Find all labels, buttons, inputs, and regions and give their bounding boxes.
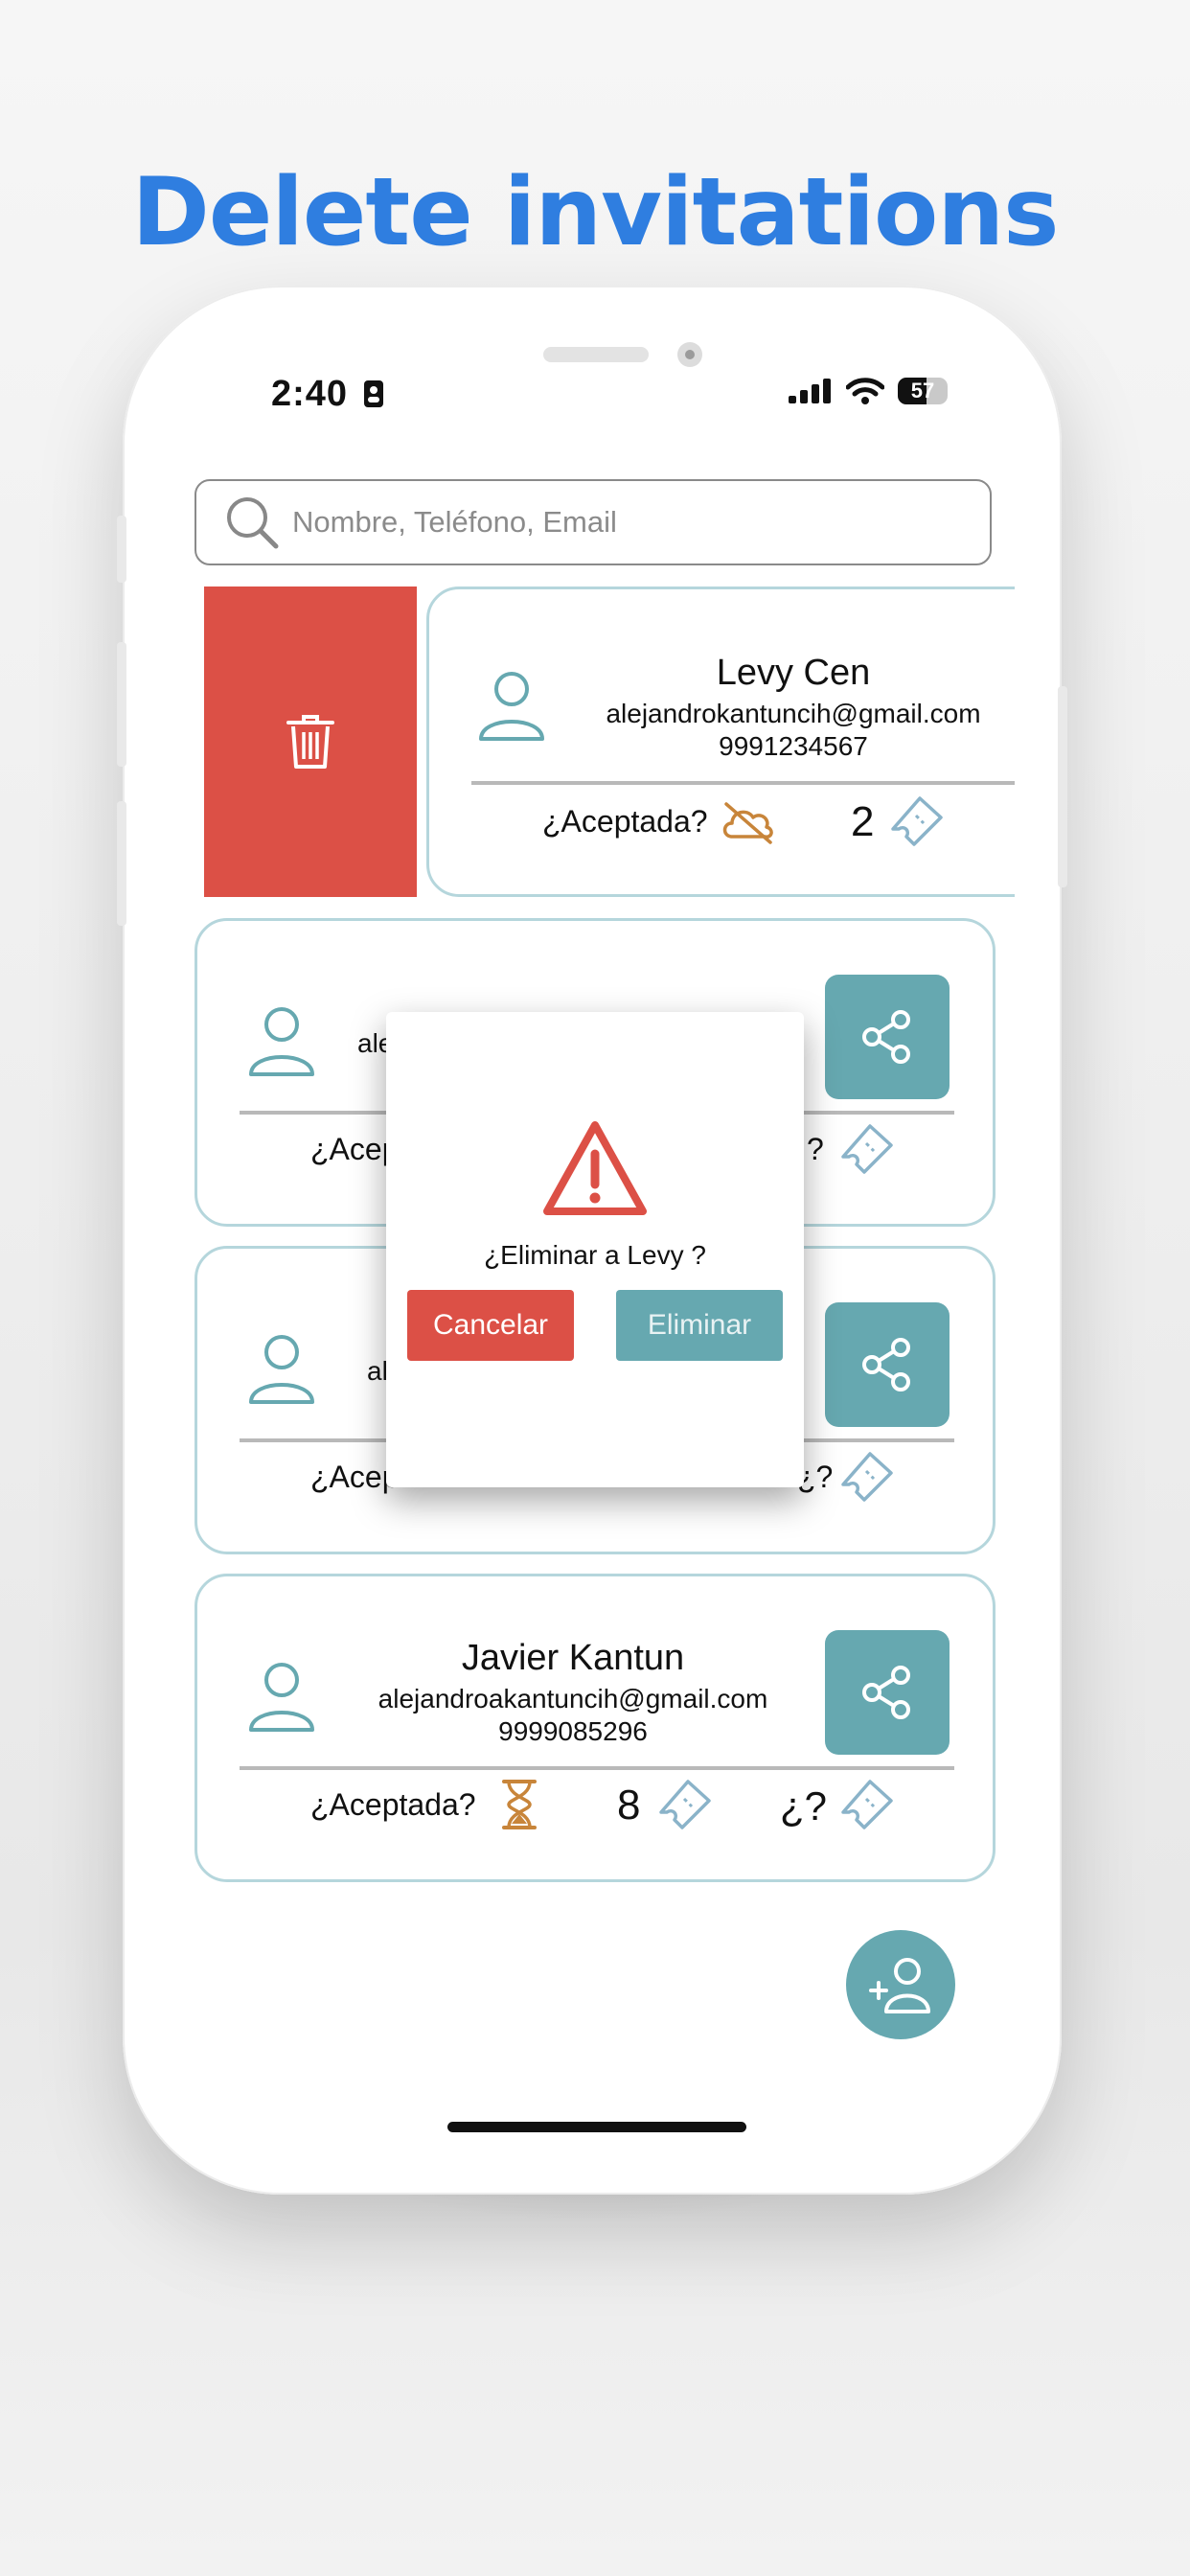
dialog-question: ¿Eliminar a Levy ? [484,1240,706,1270]
speaker [543,347,649,362]
page-headline: Delete invitations [131,158,1060,267]
status-time-text: 2:40 [271,374,349,414]
share-button[interactable] [825,1302,950,1427]
notch [386,332,804,395]
delete-confirm-dialog: ¿Eliminar a Levy ? Cancelar Eliminar [386,1012,804,1487]
share-icon [862,1666,910,1719]
share-button[interactable] [825,1630,950,1755]
accepted-label: ¿Aceptada? [542,804,708,839]
extra-label: ? [807,1132,824,1166]
search-bar[interactable] [195,479,992,565]
contact-phone: 9991234567 [719,731,868,761]
battery-level: 57 [910,379,935,402]
share-icon [862,1010,910,1064]
contact-card-icon [363,380,383,407]
ticket-icon [891,796,943,846]
volume-down-button [117,801,126,926]
status-time: 2:40 [271,374,384,415]
add-guest-button[interactable] [846,1930,955,2039]
volume-up-button [117,642,126,767]
contact-name: Javier Kantun [461,1638,685,1678]
user-icon [249,1335,314,1404]
hourglass-icon [502,1780,537,1829]
contact-email: alejandrokantuncih@gmail.com [606,699,981,728]
ticket-icon [841,1124,893,1174]
invitation-card-levy[interactable]: Levy Cen alejandrokantuncih@gmail.com 99… [426,586,1015,897]
mute-switch [117,516,126,583]
share-button[interactable] [825,975,950,1099]
card-divider [240,1766,954,1770]
ticket-icon [659,1780,711,1829]
ticket-count: 2 [851,798,875,845]
extra-label: ¿? [780,1783,828,1828]
add-user-icon [869,1958,930,2013]
delete-button[interactable]: Eliminar [616,1290,783,1361]
cancel-button[interactable]: Cancelar [407,1290,574,1361]
search-input[interactable] [290,504,984,540]
ticket-count: 8 [617,1782,641,1828]
signal-icon [789,379,831,403]
card-divider [471,781,1015,785]
trash-icon [286,715,334,769]
contact-email: al [367,1356,388,1386]
swipe-delete-button[interactable] [204,586,417,897]
contact-email: alejandroakantuncih@gmail.com [378,1684,768,1714]
warning-icon [543,1121,647,1215]
user-icon [249,1007,314,1076]
ticket-icon [841,1452,893,1502]
accepted-label: ¿Aceptada? [310,1787,476,1822]
phone-screen: 2:40 57 Nombre, Teléfono, Email Levy Cen… [175,332,1015,2143]
ticket-icon [841,1780,893,1829]
status-indicators: 57 [789,378,948,404]
contact-name: Levy Cen [716,653,871,693]
home-indicator[interactable] [447,2122,746,2132]
user-icon [479,672,544,741]
power-button [1058,686,1067,887]
battery-icon: 57 [898,378,948,404]
wifi-icon [846,378,884,404]
cloud-off-icon [722,802,773,844]
search-icon [227,497,279,549]
contact-phone: 9999085296 [498,1716,648,1746]
invitation-card-javier[interactable]: Javier Kantun alejandroakantuncih@gmail.… [195,1574,995,1882]
front-camera [677,342,702,367]
share-icon [862,1338,910,1392]
user-icon [249,1663,314,1732]
